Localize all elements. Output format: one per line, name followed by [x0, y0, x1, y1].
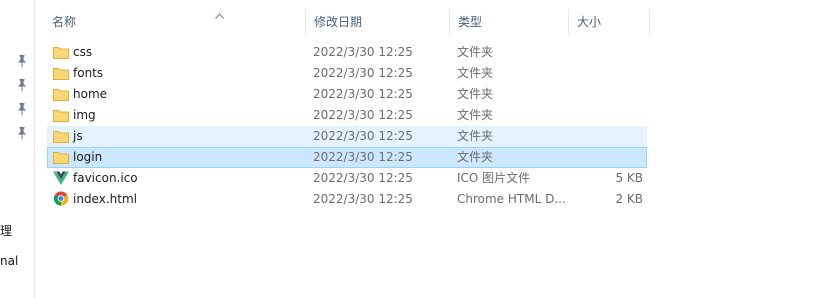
nav-item-label[interactable]: nal — [0, 254, 18, 268]
file-name: login — [73, 150, 103, 164]
file-name: home — [73, 87, 108, 101]
file-modified: 2022/3/30 12:25 — [313, 150, 413, 164]
file-name: js — [73, 129, 83, 143]
file-type: 文件夹 — [457, 129, 494, 143]
file-name: img — [73, 108, 96, 122]
file-type: 文件夹 — [457, 45, 494, 59]
file-modified: 2022/3/30 12:25 — [313, 108, 413, 122]
file-size — [567, 63, 643, 84]
folder-icon — [53, 89, 69, 101]
file-row[interactable]: home 2022/3/30 12:25 文件夹 — [47, 84, 647, 105]
file-name: fonts — [73, 66, 104, 80]
file-name: index.html — [73, 192, 137, 206]
file-row[interactable]: css 2022/3/30 12:25 文件夹 — [47, 42, 647, 63]
folder-icon — [53, 152, 69, 164]
folder-icon — [53, 68, 69, 80]
file-row[interactable]: index.html 2022/3/30 12:25 Chrome HTML D… — [47, 189, 647, 210]
file-modified: 2022/3/30 12:25 — [313, 45, 413, 59]
column-header-type[interactable]: 类型 — [450, 9, 569, 35]
file-size: 2 KB — [615, 192, 643, 206]
navigation-pane: 理 nal — [0, 0, 35, 298]
file-modified: 2022/3/30 12:25 — [313, 129, 413, 143]
folder-icon — [53, 47, 69, 59]
file-size — [567, 147, 643, 168]
nav-item-label[interactable]: 理 — [0, 222, 12, 239]
file-type: Chrome HTML D... — [457, 192, 566, 206]
pin-icon[interactable] — [17, 55, 27, 67]
file-type: 文件夹 — [457, 150, 494, 164]
column-header-name[interactable]: 名称 — [44, 9, 306, 35]
file-size — [567, 42, 643, 63]
pin-icon[interactable] — [17, 79, 27, 91]
pin-icon[interactable] — [17, 127, 27, 139]
file-modified: 2022/3/30 12:25 — [313, 87, 413, 101]
column-header-modified[interactable]: 修改日期 — [306, 9, 450, 35]
file-modified: 2022/3/30 12:25 — [313, 171, 413, 185]
file-size — [567, 105, 643, 126]
file-row[interactable]: favicon.ico 2022/3/30 12:25 ICO 图片文件 5 K… — [47, 168, 647, 189]
file-row-hovered[interactable]: js 2022/3/30 12:25 文件夹 — [47, 126, 647, 147]
file-type: ICO 图片文件 — [457, 171, 531, 185]
file-name: favicon.ico — [73, 171, 138, 185]
pin-icon[interactable] — [17, 103, 27, 115]
file-size: 5 KB — [615, 171, 643, 185]
folder-icon — [53, 131, 69, 143]
column-header-size[interactable]: 大小 — [569, 9, 650, 35]
file-modified: 2022/3/30 12:25 — [313, 66, 413, 80]
file-row[interactable]: img 2022/3/30 12:25 文件夹 — [47, 105, 647, 126]
chrome-icon — [53, 191, 69, 206]
file-size — [567, 84, 643, 105]
file-type: 文件夹 — [457, 87, 494, 101]
file-name: css — [73, 45, 93, 59]
column-header-bar: 名称 修改日期 类型 大小 — [44, 9, 654, 35]
file-type: 文件夹 — [457, 108, 494, 122]
file-row[interactable]: fonts 2022/3/30 12:25 文件夹 — [47, 63, 647, 84]
vue-logo-icon — [53, 171, 69, 185]
file-modified: 2022/3/30 12:25 — [313, 192, 413, 206]
folder-icon — [53, 110, 69, 122]
file-row-selected[interactable]: login 2022/3/30 12:25 文件夹 — [47, 147, 647, 168]
file-size — [567, 126, 643, 147]
file-type: 文件夹 — [457, 66, 494, 80]
